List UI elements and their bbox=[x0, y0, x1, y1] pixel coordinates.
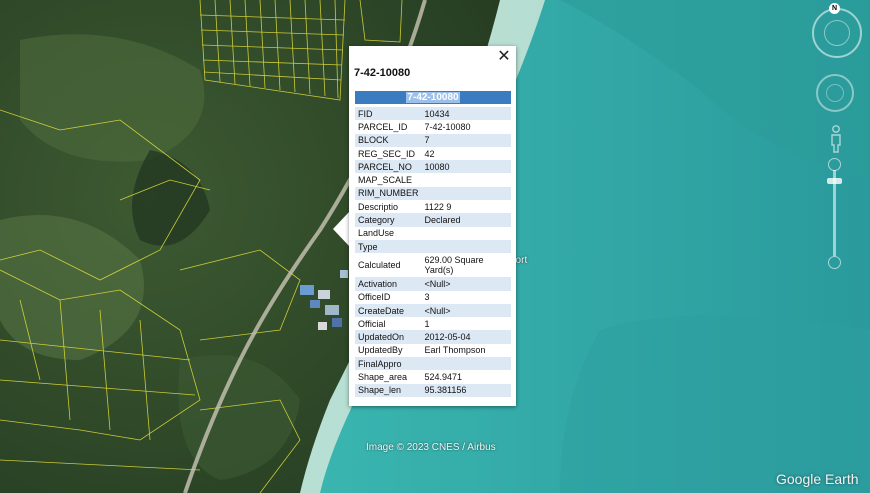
attribute-row: Type bbox=[355, 239, 511, 254]
attribute-row: RIM_NUMBER bbox=[355, 186, 511, 201]
attribute-key: OfficeID bbox=[358, 292, 391, 303]
attribute-key: FinalAppro bbox=[355, 357, 422, 371]
attribute-row: UpdatedOn 2012-05-04 bbox=[355, 330, 511, 344]
reef-patch bbox=[560, 315, 870, 493]
attribute-row: Category Declared bbox=[355, 213, 511, 227]
attribute-key: Activation bbox=[355, 277, 422, 291]
google-earth-logo: Google Earth bbox=[776, 471, 859, 487]
attribute-value bbox=[422, 173, 511, 186]
attribute-row: LandUse bbox=[355, 227, 511, 240]
attribute-row: CreateDate <Null> bbox=[355, 303, 511, 318]
attribute-key: REG_SEC_ID bbox=[358, 148, 416, 159]
attribute-row: MAP_SCALE bbox=[355, 173, 511, 186]
attribute-key: Category bbox=[355, 213, 422, 227]
popup-header-label: 7-42-10080 bbox=[406, 92, 460, 103]
attribute-key: Descriptio bbox=[358, 201, 399, 212]
look-joystick[interactable] bbox=[816, 74, 854, 112]
attribute-value: 629.00 Square Yard(s) bbox=[424, 255, 484, 276]
attribute-value: 10434 bbox=[421, 107, 511, 121]
attribute-value: Earl Thompson bbox=[424, 345, 486, 356]
attribute-row: BLOCK 7 bbox=[355, 133, 511, 147]
attribute-key: Official bbox=[358, 318, 386, 329]
attribute-row: PARCEL_ID 7-42-10080 bbox=[355, 120, 511, 133]
parcel-info-popup: ✕ 7-42-10080 7-42-10080 FID 10434 PARCEL_I… bbox=[349, 46, 516, 406]
attribute-value: 2012-05-04 bbox=[421, 330, 511, 344]
attribute-row: Shape_len 95.381156 bbox=[355, 383, 511, 397]
attribute-value: 95.381156 bbox=[421, 383, 511, 397]
attribute-value: 7 bbox=[421, 133, 511, 147]
street-view-pegman-icon[interactable] bbox=[829, 125, 843, 153]
compass-inner-icon bbox=[824, 20, 850, 46]
attribute-key: Type bbox=[355, 239, 422, 254]
attribute-key: PARCEL_NO bbox=[355, 160, 422, 174]
attribute-row: FinalAppro bbox=[355, 357, 511, 371]
attribute-key: FID bbox=[355, 107, 422, 121]
attribute-key: BLOCK bbox=[355, 133, 422, 147]
attribute-value: 1122 9 bbox=[424, 201, 452, 212]
attribute-value bbox=[421, 239, 511, 254]
attribute-row: UpdatedBy Earl Thompson bbox=[355, 344, 511, 357]
popup-title: 7-42-10080 bbox=[354, 67, 411, 79]
attribute-row: Official 1 bbox=[355, 317, 511, 330]
attribute-key: LandUse bbox=[358, 228, 395, 239]
attribute-key: UpdatedOn bbox=[355, 330, 422, 344]
popup-table-header: 7-42-10080 bbox=[355, 91, 511, 104]
imagery-attribution: Image © 2023 CNES / Airbus bbox=[366, 442, 496, 453]
attribute-key: PARCEL_ID bbox=[358, 121, 408, 132]
attribute-key: Shape_area bbox=[358, 371, 408, 382]
attribute-value: 1 bbox=[424, 318, 430, 329]
attribute-value bbox=[421, 357, 511, 371]
attribute-value: 42 bbox=[424, 148, 435, 159]
attribute-value: Declared bbox=[421, 213, 511, 227]
attribute-value bbox=[422, 227, 511, 240]
zoom-slider[interactable] bbox=[826, 158, 844, 270]
north-indicator-icon[interactable]: N bbox=[829, 3, 840, 14]
compass-ring[interactable] bbox=[812, 8, 862, 58]
close-icon[interactable]: ✕ bbox=[496, 48, 512, 66]
attribute-row: Activation <Null> bbox=[355, 277, 511, 291]
attribute-value: <Null> bbox=[421, 303, 511, 318]
attribute-row: REG_SEC_ID 42 bbox=[355, 147, 511, 160]
attribute-key: RIM_NUMBER bbox=[355, 186, 422, 201]
attribute-key: Shape_len bbox=[355, 383, 422, 397]
attribute-value: 524.9471 bbox=[424, 371, 463, 382]
zoom-out-icon[interactable] bbox=[828, 256, 841, 269]
attribute-row: PARCEL_NO 10080 bbox=[355, 160, 511, 174]
attribute-row: Calculated 629.00 Square Yard(s) bbox=[355, 253, 511, 277]
popup-pointer bbox=[333, 212, 349, 246]
attribute-key: UpdatedBy bbox=[358, 345, 403, 356]
attribute-table: FID 10434 PARCEL_ID 7-42-10080 BLOCK 7 REG_SEC… bbox=[355, 107, 511, 397]
attribute-value: <Null> bbox=[421, 277, 511, 291]
attribute-key: Calculated bbox=[358, 260, 401, 271]
attribute-row: Shape_area 524.9471 bbox=[355, 370, 511, 383]
attribute-value: 10080 bbox=[421, 160, 511, 174]
look-joystick-icon bbox=[826, 84, 844, 102]
attribute-row: FID 10434 bbox=[355, 107, 511, 121]
attribute-value: 3 bbox=[424, 292, 430, 303]
attribute-row: OfficeID 3 bbox=[355, 291, 511, 304]
attribute-key: CreateDate bbox=[355, 303, 422, 318]
attribute-value bbox=[421, 186, 511, 201]
attribute-row: Descriptio 1122 9 bbox=[355, 200, 511, 213]
zoom-thumb[interactable] bbox=[827, 178, 842, 184]
attribute-key: MAP_SCALE bbox=[358, 175, 413, 186]
attribute-value: 7-42-10080 bbox=[424, 121, 471, 132]
